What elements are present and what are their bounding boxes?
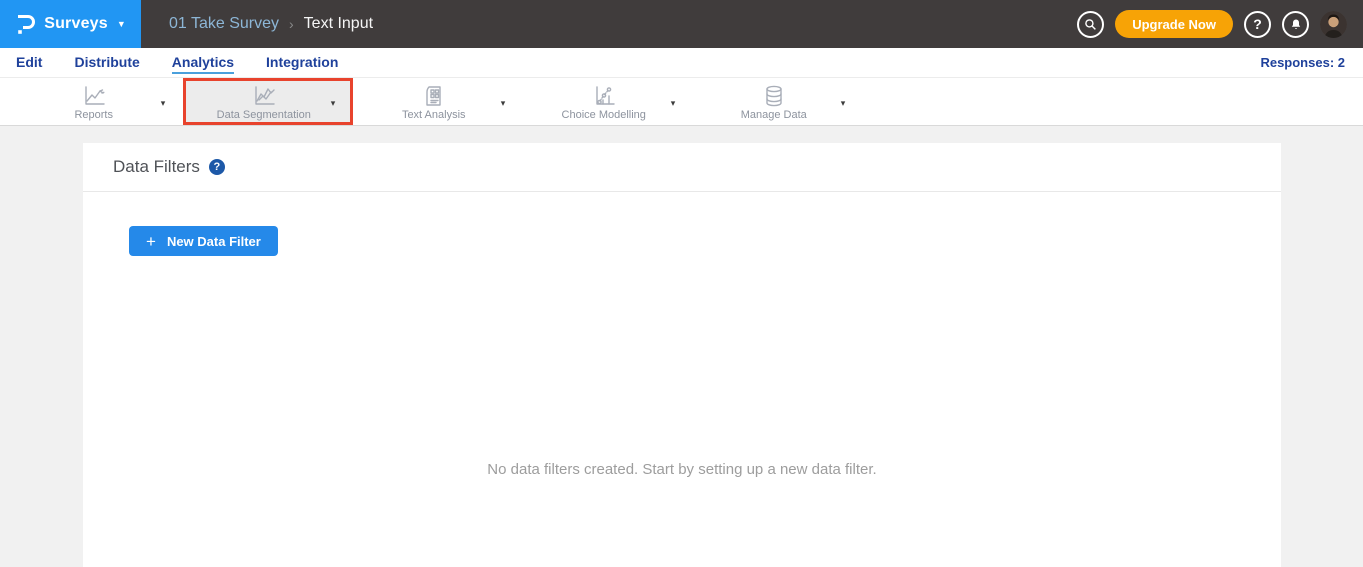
- page-title: Data Filters: [113, 157, 200, 177]
- question-mark-icon: ?: [1253, 16, 1262, 32]
- breadcrumb-current-page: Text Input: [304, 15, 373, 33]
- database-icon: [762, 83, 786, 108]
- plus-icon: +: [146, 233, 156, 250]
- data-filters-header: Data Filters ?: [83, 143, 1281, 192]
- tab-integration[interactable]: Integration: [266, 51, 338, 74]
- surveys-menu-label: Surveys: [44, 15, 108, 33]
- tab-analytics[interactable]: Analytics: [172, 51, 234, 74]
- data-filters-panel: Data Filters ? + New Data Filter No data…: [83, 143, 1281, 567]
- chevron-down-icon[interactable]: ▾: [671, 95, 676, 108]
- new-data-filter-button[interactable]: + New Data Filter: [129, 226, 278, 256]
- breadcrumb: 01 Take Survey › Text Input: [169, 15, 373, 33]
- surveys-app-menu[interactable]: Surveys ▼: [0, 0, 141, 48]
- chevron-down-icon[interactable]: ▾: [841, 95, 846, 108]
- scatter-chart-icon: [591, 83, 617, 108]
- toolbar-item-label: Manage Data: [741, 109, 807, 121]
- help-button[interactable]: ?: [1244, 11, 1271, 38]
- upgrade-now-button[interactable]: Upgrade Now: [1115, 10, 1233, 38]
- toolbar-item-manage-data[interactable]: Manage Data ▾: [693, 78, 863, 125]
- toolbar-item-label: Reports: [74, 109, 113, 121]
- questionpro-logo-icon: [15, 12, 35, 36]
- toolbar-item-data-segmentation[interactable]: Data Segmentation ▾: [183, 78, 353, 125]
- topbar: Surveys ▼ 01 Take Survey › Text Input Up…: [0, 0, 1363, 48]
- tab-edit[interactable]: Edit: [16, 51, 42, 74]
- responses-count: Responses: 2: [1260, 55, 1363, 70]
- avatar[interactable]: [1320, 11, 1347, 38]
- empty-state-message: No data filters created. Start by settin…: [129, 461, 1235, 478]
- new-data-filter-label: New Data Filter: [167, 234, 261, 249]
- line-chart-icon: [81, 83, 107, 108]
- data-filters-body: + New Data Filter No data filters create…: [83, 192, 1281, 478]
- notifications-button[interactable]: [1282, 11, 1309, 38]
- toolbar-item-reports[interactable]: Reports ▾: [13, 78, 183, 125]
- section-tabs: Edit Distribute Analytics Integration Re…: [0, 48, 1363, 78]
- breadcrumb-survey-link[interactable]: 01 Take Survey: [169, 15, 279, 33]
- help-icon[interactable]: ?: [209, 159, 225, 175]
- search-icon: [1084, 18, 1097, 31]
- segmentation-chart-icon: [251, 83, 277, 108]
- analytics-toolbar: Reports ▾ Data Segmentation ▾: [0, 78, 1363, 126]
- search-button[interactable]: [1077, 11, 1104, 38]
- toolbar-item-label: Choice Modelling: [562, 109, 646, 121]
- toolbar-item-choice-modelling[interactable]: Choice Modelling ▾: [523, 78, 693, 125]
- document-grid-icon: [423, 83, 445, 108]
- chevron-down-icon: ▼: [117, 20, 126, 29]
- chevron-down-icon[interactable]: ▾: [501, 95, 506, 108]
- breadcrumb-separator: ›: [289, 16, 294, 32]
- toolbar-item-text-analysis[interactable]: Text Analysis ▾: [353, 78, 523, 125]
- chevron-down-icon[interactable]: ▾: [161, 95, 166, 108]
- chevron-down-icon[interactable]: ▾: [331, 95, 336, 108]
- topbar-actions: Upgrade Now ?: [1077, 10, 1363, 38]
- tab-distribute[interactable]: Distribute: [74, 51, 139, 74]
- bell-icon: [1290, 18, 1302, 31]
- toolbar-item-label: Data Segmentation: [217, 109, 311, 121]
- toolbar-item-label: Text Analysis: [402, 109, 466, 121]
